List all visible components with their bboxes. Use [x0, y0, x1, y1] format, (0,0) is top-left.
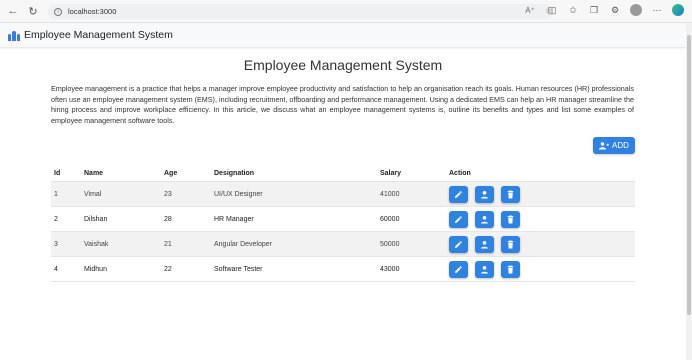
view-button[interactable] [475, 210, 494, 228]
edit-button[interactable] [449, 235, 468, 253]
extension-icon[interactable]: ⚙ [609, 4, 621, 16]
info-icon[interactable]: i [54, 7, 62, 16]
reload-icon[interactable]: ↻ [26, 4, 40, 18]
read-aloud-icon[interactable]: A⁺ [525, 6, 535, 15]
user-plus-icon [599, 141, 610, 149]
row-actions [449, 185, 635, 203]
intro-paragraph: Employee management is a practice that h… [51, 84, 634, 125]
team-icon [8, 29, 20, 41]
table-row: 1 Vimal 23 UI/UX Designer 41000 [51, 182, 635, 207]
employee-table: Id Name Age Designation Salary Action 1 … [51, 166, 635, 282]
table-row: 3 Vaishak 21 Angular Developer 50000 [51, 232, 635, 257]
browser-toolbar: ← ↻ i localhost:3000 A⁺ ☆ ◫ ✩ ❐ ⚙ ⋯ [0, 0, 692, 23]
view-user-icon [481, 240, 488, 248]
edit-button[interactable] [449, 185, 468, 203]
cell-name: Vaishak [84, 240, 109, 248]
delete-button[interactable] [501, 185, 520, 203]
cell-id: 4 [54, 265, 58, 273]
edit-button[interactable] [449, 210, 468, 228]
cell-salary: 60000 [380, 215, 400, 223]
row-actions [449, 260, 635, 278]
page-title: Employee Management System [243, 57, 443, 73]
view-user-icon [481, 190, 488, 198]
delete-button[interactable] [501, 210, 520, 228]
header-designation: Designation [214, 170, 255, 177]
delete-button[interactable] [501, 235, 520, 253]
back-icon[interactable]: ← [6, 4, 20, 18]
cell-name: Midhun [84, 265, 107, 273]
delete-button[interactable] [501, 260, 520, 278]
row-actions [449, 235, 635, 253]
cell-designation: HR Manager [214, 215, 254, 223]
cell-salary: 50000 [380, 240, 400, 248]
table-row: 2 Dilshan 28 HR Manager 60000 [51, 207, 635, 232]
split-screen-icon[interactable]: ◫ [546, 4, 558, 16]
view-button[interactable] [475, 185, 494, 203]
favorites-icon[interactable]: ✩ [567, 4, 579, 16]
cell-id: 1 [54, 190, 58, 198]
address-bar[interactable]: i localhost:3000 [48, 4, 553, 19]
cell-designation: Software Tester [214, 265, 263, 273]
more-icon[interactable]: ⋯ [651, 4, 663, 16]
cell-id: 3 [54, 240, 58, 248]
edit-button[interactable] [449, 260, 468, 278]
delete-icon [507, 189, 514, 198]
collections-icon[interactable]: ❐ [588, 4, 600, 16]
header-name: Name [84, 170, 104, 177]
app-navbar: Employee Management System [0, 23, 686, 47]
view-user-icon [481, 215, 488, 223]
cell-age: 21 [164, 240, 172, 248]
delete-icon [507, 239, 514, 248]
edit-icon [455, 240, 462, 248]
cell-salary: 43000 [380, 265, 400, 273]
cell-name: Dilshan [84, 215, 108, 223]
cell-age: 28 [164, 215, 172, 223]
add-employee-button[interactable]: ADD [593, 137, 635, 154]
header-id: Id [54, 170, 61, 177]
cell-id: 2 [54, 215, 58, 223]
url-text: localhost:3000 [68, 7, 117, 16]
cell-age: 22 [164, 265, 172, 273]
edit-icon [455, 215, 462, 223]
edit-icon [455, 190, 462, 198]
add-button-label: ADD [612, 141, 629, 150]
cell-designation: Angular Developer [214, 240, 272, 248]
view-button[interactable] [475, 235, 494, 253]
brand-title[interactable]: Employee Management System [24, 29, 173, 41]
header-age: Age [164, 170, 178, 177]
table-row: 4 Midhun 22 Software Tester 43000 [51, 257, 635, 282]
edge-icon[interactable] [672, 4, 684, 16]
header-salary: Salary [380, 170, 402, 177]
table-header: Id Name Age Designation Salary Action [51, 166, 635, 182]
view-button[interactable] [475, 260, 494, 278]
row-actions [449, 210, 635, 228]
cell-salary: 41000 [380, 190, 400, 198]
header-action: Action [449, 170, 471, 177]
view-user-icon [481, 265, 488, 273]
delete-icon [507, 214, 514, 223]
cell-designation: UI/UX Designer [214, 190, 263, 198]
edit-icon [455, 265, 462, 273]
delete-icon [507, 264, 514, 273]
profile-icon[interactable] [630, 4, 642, 16]
page-scrollbar[interactable] [686, 23, 692, 360]
cell-age: 23 [164, 190, 172, 198]
cell-name: Vimal [84, 190, 102, 198]
